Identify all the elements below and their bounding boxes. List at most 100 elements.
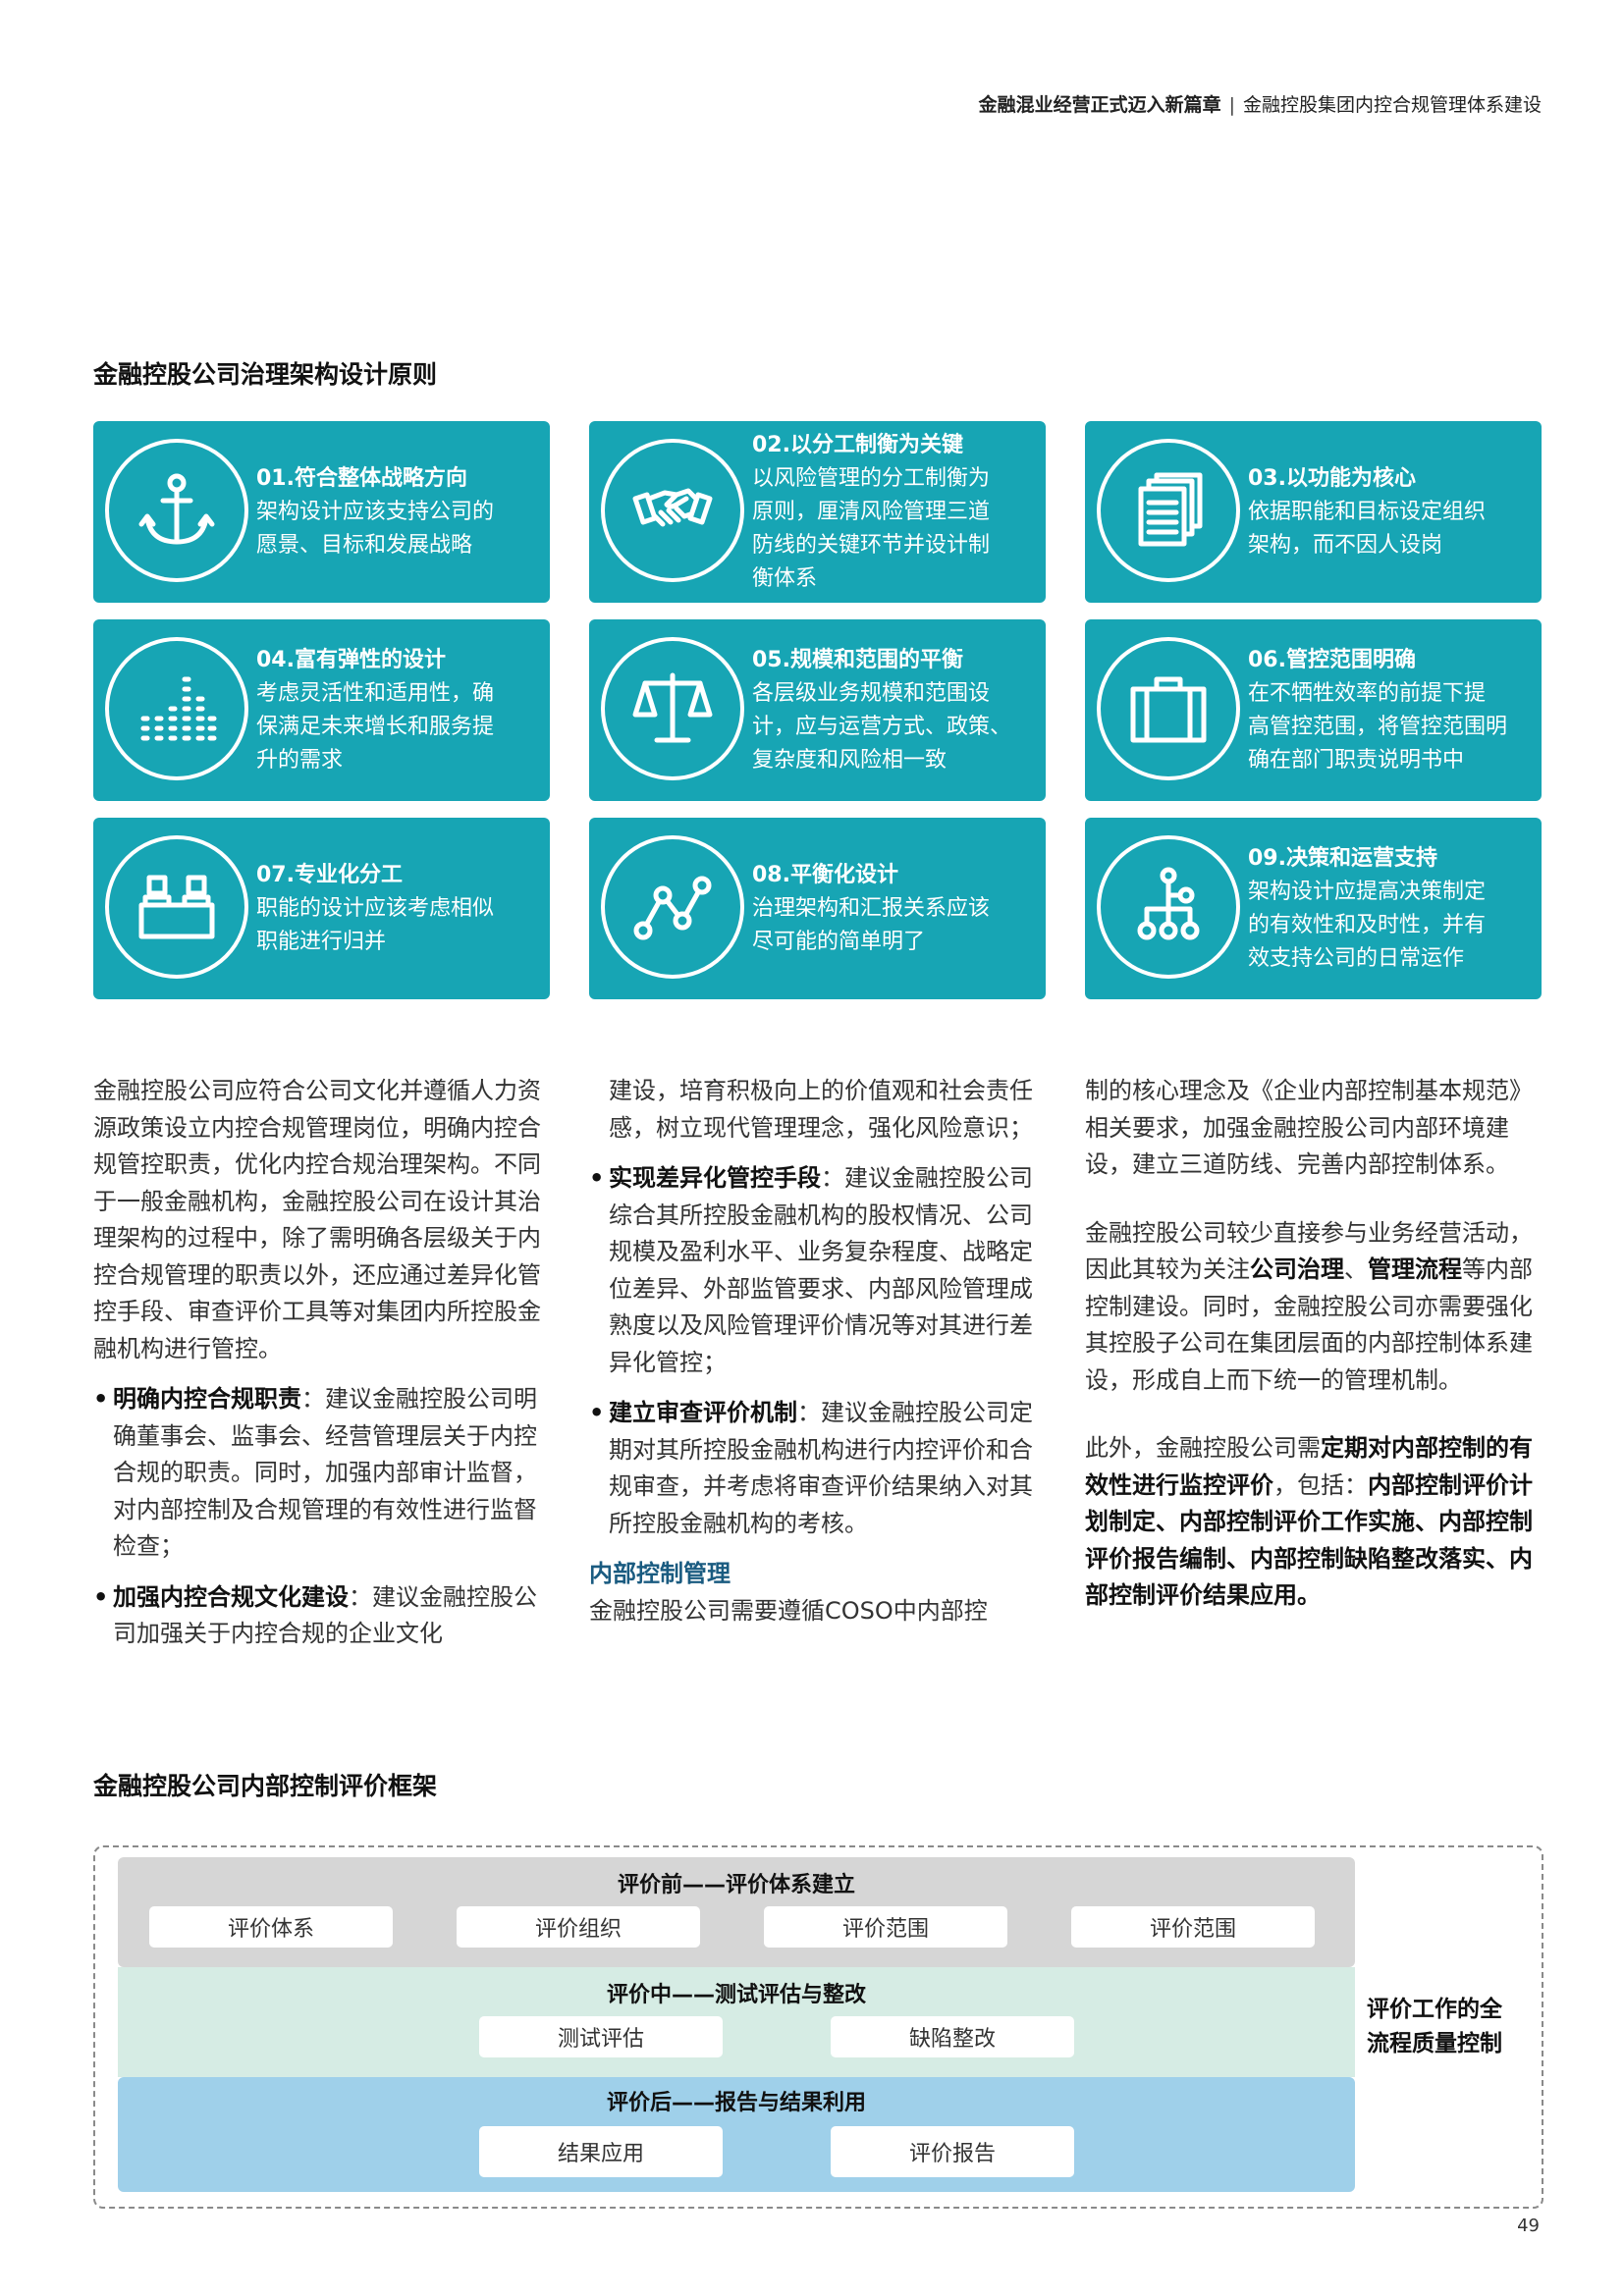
section-title-framework: 金融控股公司内部控制评价框架 [93, 1772, 438, 1800]
principle-card: 04.富有弹性的设计考虑灵活性和适用性，确 保满足未来增长和服务提 升的需求 [93, 619, 550, 801]
stage-after-band: 评价后——报告与结果利用 结果应用 评价报告 [118, 2077, 1355, 2192]
page-number: 49 [1517, 2216, 1540, 2236]
principle-card: 07.专业化分工职能的设计应该考虑相似 职能进行归并 [93, 818, 550, 999]
principle-card: 03.以功能为核心 依据职能和目标设定组织 架构，而不因人设岗 [1085, 421, 1542, 603]
principle-card: 08.平衡化设计治理架构和汇报关系应该 尽可能的简单明了 [589, 818, 1046, 999]
briefcase-icon [1097, 637, 1240, 780]
principle-card: 09.决策和运营支持架构设计应提高决策制定 的有效性和及时性，并有 效支持公司的日常… [1085, 818, 1542, 999]
card-title: 01.符合整体战略方向 [256, 465, 467, 491]
header-chapter: 金融混业经营正式迈入新篇章 [978, 94, 1221, 116]
card-text: 08.平衡化设计治理架构和汇报关系应该 尽可能的简单明了 [752, 818, 1028, 999]
bar-levels-icon [105, 637, 248, 780]
stage-during-band: 评价中——测试评估与整改 测试评估 缺陷整改 [118, 1967, 1355, 2077]
paragraph-continued: 制的核心理念及《企业内部控制基本规范》相关要求，加强金融控股公司内部环境建设，建… [1085, 1077, 1533, 1178]
principle-card: 05.规模和范围的平衡各层级业务规模和范围设 计，应与运营方式、政策、 复杂度和风险… [589, 619, 1046, 801]
card-description-line: 升的需求 [256, 747, 344, 773]
card-description-line: 复杂度和风险相一致 [752, 747, 947, 773]
card-title: 04.富有弹性的设计 [256, 647, 446, 672]
card-title: 08.平衡化设计 [752, 862, 898, 887]
card-description-line: 依据职能和目标设定组织 [1248, 499, 1487, 524]
quality-control-label: 评价工作的全流程质量控制 [1367, 1997, 1502, 2056]
card-text: 06.管控范围明确在不牺牲效率的前提下提 高管控范围，将管控范围明 确在部门职责说明… [1248, 619, 1524, 801]
stage-after-title: 评价后——报告与结果利用 [606, 2091, 866, 2115]
card-description-line: 尽可能的简单明了 [752, 929, 926, 954]
section-title-governance: 金融控股公司治理架构设计原则 [93, 360, 438, 389]
bullet-item: 建立审查评价机制：建议金融控股公司定期对其所控股金融机构进行内控评价和合规审查，… [589, 1395, 1047, 1542]
subheading-internal-control: 内部控制管理 [589, 1560, 731, 1587]
paragraph: 金融控股公司应符合公司文化并遵循人力资源政策设立内控合规管理岗位，明确内控合规管… [93, 1077, 541, 1362]
card-title: 06.管控范围明确 [1248, 647, 1416, 672]
stage-before-item: 评价体系 [149, 1906, 393, 1948]
card-description-line: 以风险管理的分工制衡为 [752, 465, 991, 491]
card-description-line: 职能的设计应该考虑相似 [256, 895, 495, 921]
card-title: 05.规模和范围的平衡 [752, 647, 963, 672]
card-description-line: 在不牺牲效率的前提下提 [1248, 680, 1487, 706]
card-description-line: 保满足未来增长和服务提 [256, 714, 495, 739]
stage-during-item: 测试评估 [479, 2016, 723, 2057]
bullet-heading: 实现差异化管控手段 [609, 1164, 821, 1192]
documents-icon [1097, 439, 1240, 582]
card-description-line: 确在部门职责说明书中 [1248, 747, 1465, 773]
body-column-3: 制的核心理念及《企业内部控制基本规范》相关要求，加强金融控股公司内部环境建设，建… [1085, 1073, 1539, 1615]
stage-during-item: 缺陷整改 [831, 2016, 1074, 2057]
card-description-line: 职能进行归并 [256, 929, 387, 954]
card-description-line: 防线的关键环节并设计制 [752, 532, 991, 558]
body-column-2: 建设，培育积极向上的价值观和社会责任感，树立现代管理理念，强化风险意识； 实现差… [589, 1073, 1047, 1629]
paragraph: 金融控股公司较少直接参与业务经营活动，因此其较为关注公司治理、管理流程等内部控制… [1085, 1218, 1533, 1394]
line-graph-icon [601, 835, 744, 979]
scale-icon [601, 637, 744, 780]
stage-during-title: 评价中——测试评估与整改 [606, 1983, 866, 2007]
card-description-line: 治理架构和汇报关系应该 [752, 895, 991, 921]
card-description-line: 架构，而不因人设岗 [1248, 532, 1443, 558]
card-title: 07.专业化分工 [256, 862, 403, 887]
card-description-line: 架构设计应该支持公司的 [256, 499, 495, 524]
card-title: 02.以分工制衡为关键 [752, 432, 963, 457]
principle-card: 02.以分工制衡为关键以风险管理的分工制衡为 原则，厘清风险管理三道 防线的关键环节… [589, 421, 1046, 603]
bullet-heading: 明确内控合规职责 [113, 1385, 301, 1413]
hierarchy-icon [1097, 835, 1240, 979]
card-description-line: 考虑灵活性和适用性，确 [256, 680, 495, 706]
card-description-line: 原则，厘清风险管理三道 [752, 499, 991, 524]
card-text: 07.专业化分工职能的设计应该考虑相似 职能进行归并 [256, 818, 532, 999]
stage-before-item: 评价范围 [764, 1906, 1007, 1948]
card-description-line: 架构设计应提高决策制定 [1248, 879, 1487, 904]
bullet-item: 实现差异化管控手段：建议金融控股公司综合其所控股金融机构的股权情况、公司规模及盈… [589, 1160, 1047, 1381]
bullet-heading: 加强内控合规文化建设 [113, 1582, 349, 1611]
people-desk-icon [105, 835, 248, 979]
card-description-line: 衡体系 [752, 565, 818, 591]
paragraph: 此外，金融控股公司需定期对内部控制的有效性进行监控评价，包括：内部控制评价计划制… [1085, 1434, 1533, 1609]
bullet-text: ：建议金融控股公司综合其所控股金融机构的股权情况、公司规模及盈利水平、业务复杂程… [609, 1164, 1033, 1376]
card-text: 03.以功能为核心 依据职能和目标设定组织 架构，而不因人设岗 [1248, 421, 1524, 603]
card-text: 01.符合整体战略方向架构设计应该支持公司的 愿景、目标和发展战略 [256, 421, 532, 603]
card-title: 09.决策和运营支持 [1248, 845, 1437, 871]
paragraph: 金融控股公司需要遵循COSO中内部控 [589, 1596, 988, 1625]
stage-before-item: 评价组织 [457, 1906, 700, 1948]
stage-after-item: 评价报告 [831, 2126, 1074, 2177]
body-column-1: 金融控股公司应符合公司文化并遵循人力资源政策设立内控合规管理岗位，明确内控合规管… [93, 1073, 543, 1653]
card-text: 09.决策和运营支持架构设计应提高决策制定 的有效性和及时性，并有 效支持公司的日常… [1248, 818, 1524, 999]
card-description-line: 愿景、目标和发展战略 [256, 532, 473, 558]
header-subtitle: 金融控股集团内控合规管理体系建设 [1242, 94, 1542, 116]
bullet-item: 明确内控合规职责：建议金融控股公司明确董事会、监事会、经营管理层关于内控合规的职… [93, 1381, 543, 1566]
running-header: 金融混业经营正式迈入新篇章 | 金融控股集团内控合规管理体系建设 [979, 90, 1542, 117]
card-text: 05.规模和范围的平衡各层级业务规模和范围设 计，应与运营方式、政策、 复杂度和风险… [752, 619, 1028, 801]
principle-card: 06.管控范围明确在不牺牲效率的前提下提 高管控范围，将管控范围明 确在部门职责说明… [1085, 619, 1542, 801]
card-description-line: 高管控范围，将管控范围明 [1248, 714, 1508, 739]
anchor-icon [105, 439, 248, 582]
card-description-line: 效支持公司的日常运作 [1248, 945, 1465, 971]
card-description-line: 各层级业务规模和范围设 [752, 680, 991, 706]
paragraph-continued: 建设，培育积极向上的价值观和社会责任感，树立现代管理理念，强化风险意识； [609, 1077, 1033, 1142]
stage-before-title: 评价前——评价体系建立 [617, 1873, 855, 1897]
card-description-line: 计，应与运营方式、政策、 [752, 714, 1012, 739]
stage-before-band: 评价前——评价体系建立 评价体系 评价组织 评价范围 评价范围 [118, 1857, 1355, 1967]
header-separator: | [1228, 94, 1235, 116]
card-description-line: 的有效性和及时性，并有 [1248, 912, 1487, 937]
bullet-item: 加强内控合规文化建设：建议金融控股公司加强关于内控合规的企业文化 [93, 1579, 543, 1653]
handshake-icon [601, 439, 744, 582]
stage-before-item: 评价范围 [1071, 1906, 1315, 1948]
card-text: 02.以分工制衡为关键以风险管理的分工制衡为 原则，厘清风险管理三道 防线的关键环节… [752, 421, 1028, 603]
card-text: 04.富有弹性的设计考虑灵活性和适用性，确 保满足未来增长和服务提 升的需求 [256, 619, 532, 801]
principle-card: 01.符合整体战略方向架构设计应该支持公司的 愿景、目标和发展战略 [93, 421, 550, 603]
bullet-heading: 建立审查评价机制 [609, 1399, 797, 1426]
stage-after-item: 结果应用 [479, 2126, 723, 2177]
